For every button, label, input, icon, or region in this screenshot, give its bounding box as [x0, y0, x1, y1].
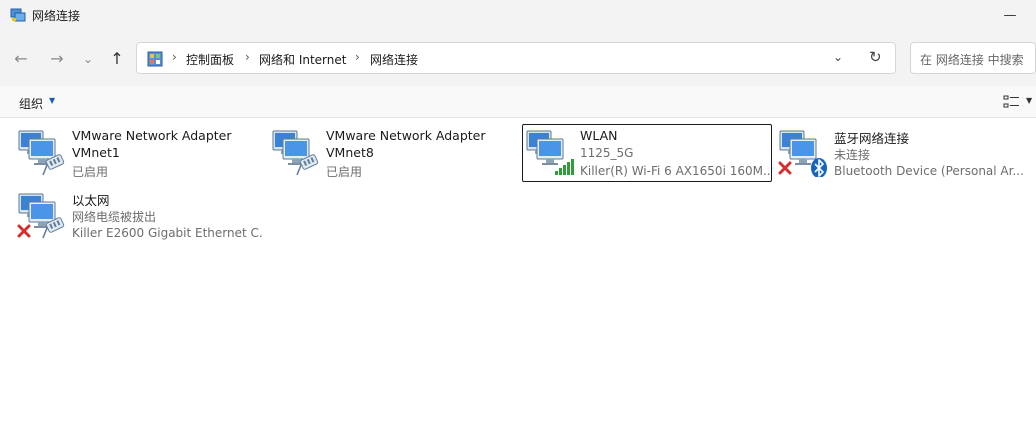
navigation-bar: ← → ⌄ ↑ › 控制面板 › 网络和 Internet › 网络连接 ⌄ ↻…	[0, 32, 1036, 86]
wifi-adapter-icon	[526, 130, 574, 175]
connection-status: 网络电缆被拔出	[72, 210, 157, 224]
breadcrumb-separator: ›	[355, 50, 360, 64]
command-bar: 组织 ▼ ▼	[0, 86, 1036, 118]
network-adapter-icon	[272, 130, 320, 176]
breadcrumb-control-panel[interactable]: 控制面板	[186, 51, 234, 68]
bluetooth-adapter-icon	[778, 130, 827, 177]
refresh-icon[interactable]: ↻	[869, 48, 882, 66]
search-box[interactable]: 在 网络连接 中搜索	[910, 42, 1036, 74]
organize-button[interactable]: 组织	[19, 95, 43, 112]
title-bar: 网络连接 —	[0, 0, 1036, 32]
control-panel-icon	[147, 51, 163, 67]
connection-status: 已启用	[72, 165, 109, 179]
connection-name: WLAN	[580, 128, 618, 143]
network-adapter-icon	[18, 130, 66, 176]
connection-item-bluetooth[interactable]: 蓝牙网络连接 未连接 Bluetooth Device (Personal Ar…	[776, 124, 1036, 182]
recent-locations-chevron-icon[interactable]: ⌄	[77, 48, 99, 70]
connection-status: 已启用	[326, 165, 363, 179]
connection-name-suffix: VMnet8	[326, 145, 374, 160]
view-dropdown-icon[interactable]: ▼	[1026, 96, 1032, 105]
connection-item-vmnet8[interactable]: VMware Network Adapter VMnet8 已启用	[269, 124, 519, 182]
address-dropdown-chevron-icon[interactable]: ⌄	[833, 50, 843, 64]
connection-name: VMware Network Adapter	[72, 128, 232, 143]
window-title: 网络连接	[32, 9, 81, 23]
network-connections-icon	[10, 8, 26, 22]
connection-status: 未连接	[834, 148, 871, 162]
view-options-icon[interactable]	[1003, 94, 1021, 110]
search-placeholder: 在 网络连接 中搜索	[920, 53, 1024, 67]
connection-name: 以太网	[72, 193, 110, 208]
breadcrumb-separator: ›	[172, 50, 177, 64]
connection-item-wlan[interactable]: WLAN 1125_5G Killer(R) Wi-Fi 6 AX1650i 1…	[522, 124, 772, 182]
ethernet-adapter-icon	[17, 193, 66, 239]
connection-name-suffix: VMnet1	[72, 145, 120, 160]
breadcrumb-network-internet[interactable]: 网络和 Internet	[259, 51, 346, 68]
back-arrow-icon[interactable]: ←	[10, 48, 32, 70]
address-bar[interactable]: › 控制面板 › 网络和 Internet › 网络连接 ⌄ ↻	[136, 42, 896, 74]
connection-name: VMware Network Adapter	[326, 128, 486, 143]
up-arrow-icon[interactable]: ↑	[106, 48, 128, 70]
connection-device: Bluetooth Device (Personal Ar...	[834, 164, 1024, 178]
wifi-signal-icon	[555, 159, 574, 175]
connection-device: Killer E2600 Gigabit Ethernet C...	[72, 226, 264, 240]
connection-item-vmnet1[interactable]: VMware Network Adapter VMnet1 已启用	[15, 124, 265, 182]
bluetooth-icon	[811, 158, 827, 177]
connection-item-ethernet[interactable]: 以太网 网络电缆被拔出 Killer E2600 Gigabit Etherne…	[15, 187, 265, 245]
connection-name: 蓝牙网络连接	[834, 131, 910, 146]
connection-device: Killer(R) Wi-Fi 6 AX1650i 160M...	[580, 164, 770, 178]
organize-dropdown-icon[interactable]: ▼	[49, 96, 55, 105]
breadcrumb-network-connections[interactable]: 网络连接	[370, 51, 418, 68]
connection-network: 1125_5G	[580, 146, 634, 160]
forward-arrow-icon[interactable]: →	[46, 48, 68, 70]
breadcrumb-separator: ›	[245, 50, 250, 64]
minimize-icon[interactable]: —	[1000, 6, 1020, 26]
